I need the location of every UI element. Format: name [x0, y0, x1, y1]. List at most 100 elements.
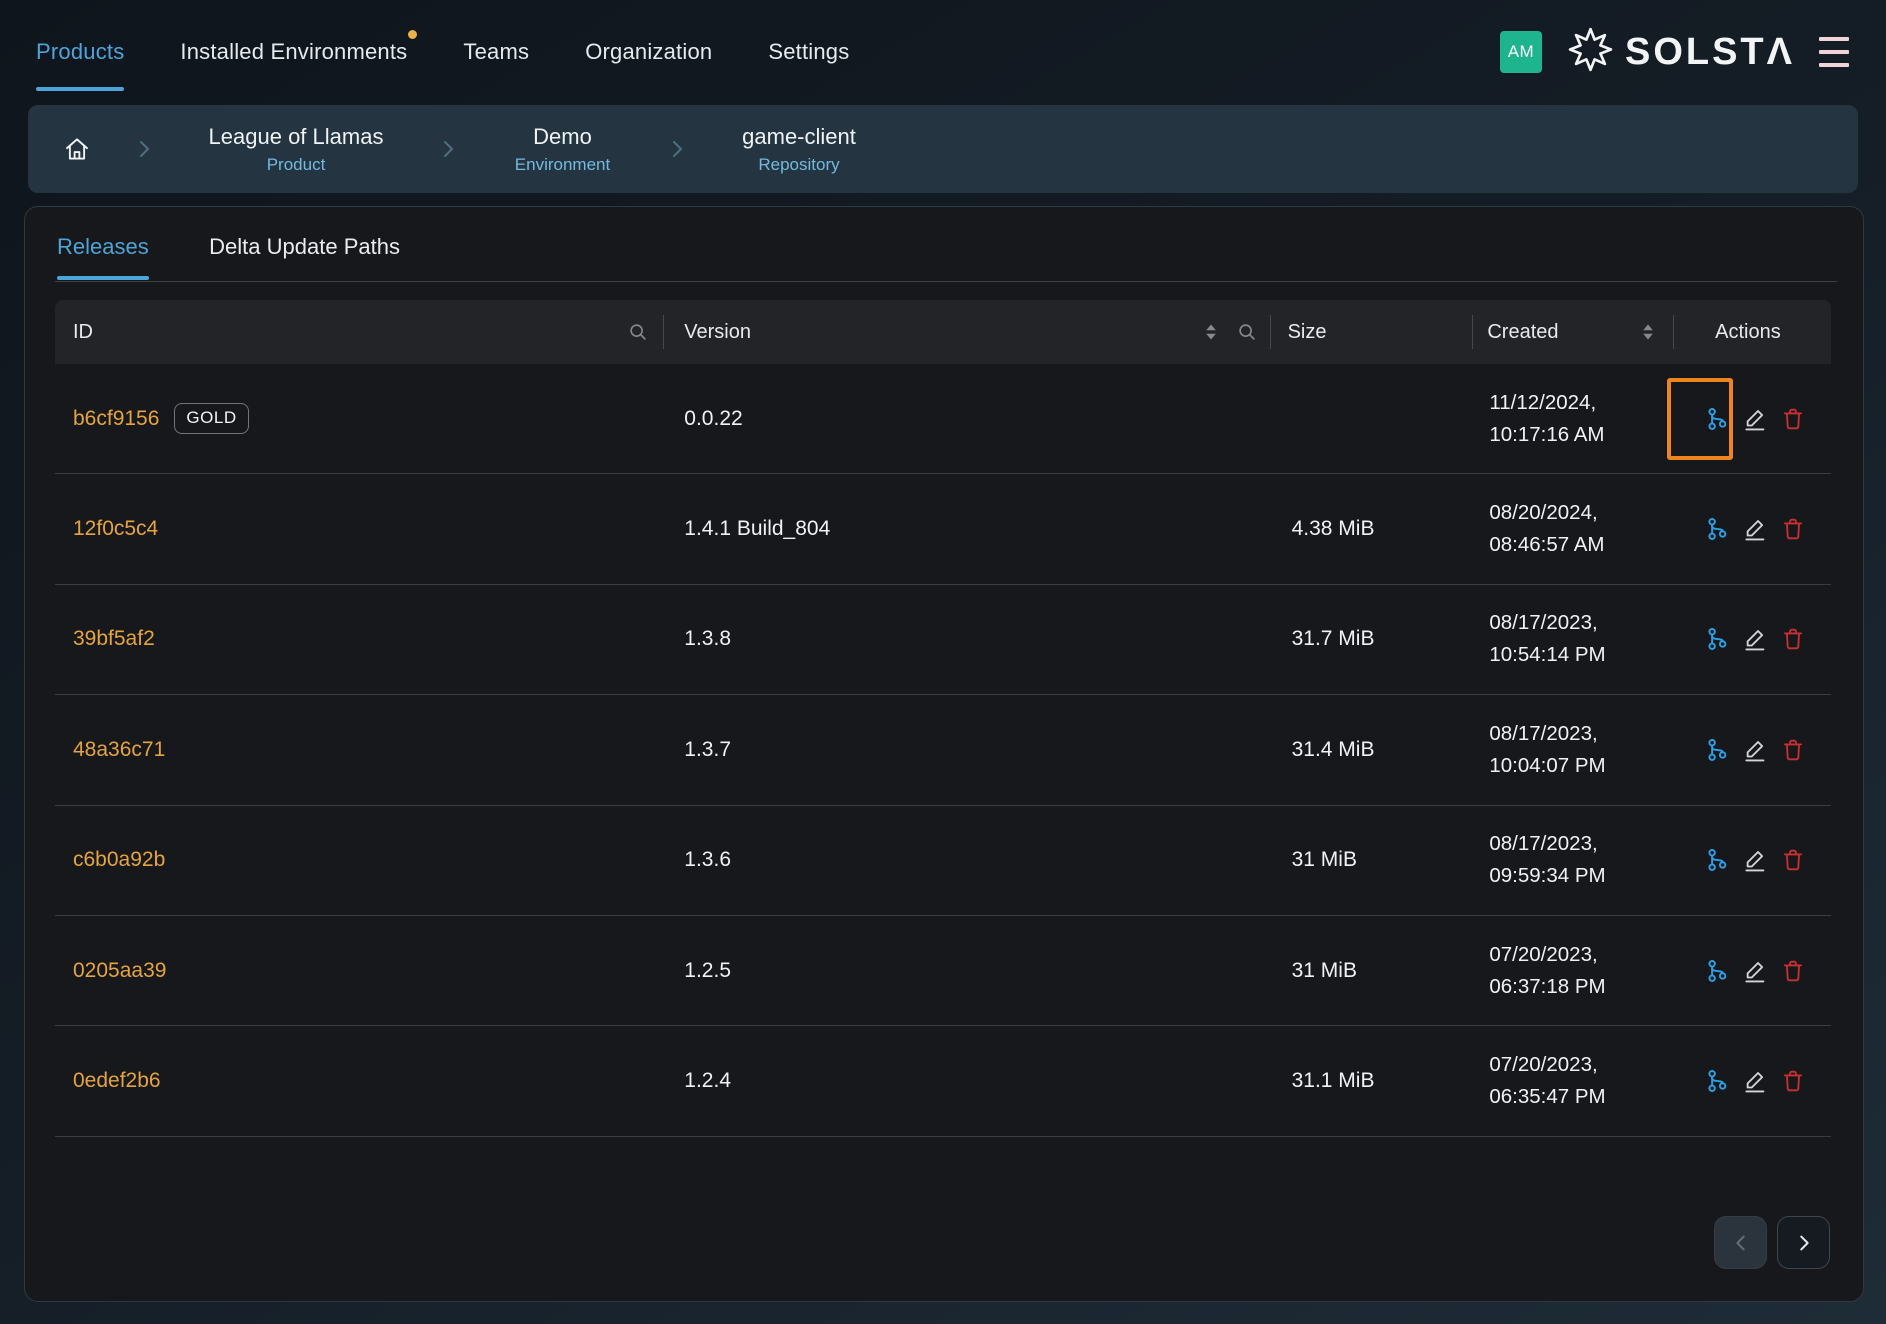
size-cell: 31.4 MiB: [1291, 737, 1375, 761]
git-branch-icon[interactable]: [1704, 846, 1730, 874]
edit-pencil-icon[interactable]: [1742, 515, 1768, 543]
nav-right-cluster: AM SOLSTΛ: [1499, 25, 1849, 79]
breadcrumb-environment[interactable]: Demo Environment: [500, 123, 625, 175]
id-cell: 12f0c5c4: [55, 474, 663, 583]
nav-item-installed-environments[interactable]: Installed Environments: [180, 30, 418, 65]
table-row: 39bf5af2 1.3.8 31.7 MiB 08/17/2023, 10:54:14…: [55, 585, 1831, 696]
size-cell: 31.1 MiB: [1291, 1069, 1375, 1093]
created-time: 08:46:57 AM: [1489, 533, 1605, 557]
edit-pencil-icon[interactable]: [1742, 1067, 1768, 1095]
created-date: 08/17/2023,: [1489, 721, 1598, 745]
chevron-right-icon: [132, 137, 156, 161]
column-label: Created: [1487, 320, 1559, 343]
trash-icon[interactable]: [1780, 515, 1806, 543]
actions-cell: [1673, 695, 1831, 804]
nav-item-label: Installed Environments: [180, 39, 408, 64]
pagination-prev-button[interactable]: [1714, 1216, 1767, 1269]
id-cell: 39bf5af2: [55, 585, 663, 694]
trash-icon[interactable]: [1780, 1067, 1806, 1095]
top-nav: Products Installed Environments Teams Or…: [0, 0, 1886, 104]
created-date: 07/20/2023,: [1489, 942, 1598, 966]
notification-dot: [408, 30, 418, 39]
created-date: 11/12/2024,: [1489, 390, 1597, 414]
version-cell: 1.2.5: [684, 958, 732, 982]
trash-icon[interactable]: [1780, 957, 1806, 985]
table-row: 0edef2b6 1.2.4 31.1 MiB 07/20/2023, 06:35:47…: [55, 1026, 1831, 1137]
git-branch-icon[interactable]: [1704, 515, 1730, 543]
git-branch-icon[interactable]: [1704, 957, 1730, 985]
avatar[interactable]: AM: [1499, 31, 1542, 73]
created-time: 06:37:18 PM: [1489, 974, 1606, 998]
column-header-created[interactable]: Created: [1472, 300, 1673, 364]
pagination-next-button[interactable]: [1777, 1216, 1830, 1269]
created-cell: 11/12/2024, 10:17:16 AM: [1472, 364, 1673, 473]
release-id-link[interactable]: 0edef2b6: [73, 1069, 161, 1093]
release-id-link[interactable]: 39bf5af2: [73, 627, 155, 651]
release-id-link[interactable]: 12f0c5c4: [73, 517, 158, 541]
actions-cell: [1673, 806, 1831, 915]
created-date: 08/17/2023,: [1489, 611, 1598, 635]
trash-icon[interactable]: [1780, 405, 1806, 433]
edit-pencil-icon[interactable]: [1742, 625, 1768, 653]
git-branch-icon[interactable]: [1704, 736, 1730, 764]
tab-delta-update-paths[interactable]: Delta Update Paths: [209, 234, 400, 279]
tab-bar: Releases Delta Update Paths: [25, 207, 1863, 282]
table-row: 12f0c5c4 1.4.1 Build_804 4.38 MiB 08/20/202…: [55, 474, 1831, 585]
table-row: 0205aa39 1.2.5 31 MiB 07/20/2023, 06:37:18 P…: [55, 916, 1831, 1027]
nav-item-settings[interactable]: Settings: [768, 39, 849, 65]
column-header-id[interactable]: ID: [55, 300, 663, 364]
crumb-subtitle: Environment: [514, 154, 611, 174]
column-label: Actions: [1715, 320, 1781, 343]
git-branch-icon[interactable]: [1704, 1067, 1730, 1095]
version-cell: 1.3.7: [684, 737, 732, 761]
release-id-link[interactable]: b6cf9156: [73, 407, 159, 431]
table-body: b6cf9156 GOLD 0.0.22 11/12/2024, 10:17:16 AM…: [55, 364, 1831, 1137]
home-icon[interactable]: [62, 134, 92, 164]
release-id-link[interactable]: 0205aa39: [73, 959, 166, 983]
version-cell: 1.3.6: [684, 848, 732, 872]
trash-icon[interactable]: [1780, 846, 1806, 874]
breadcrumb-product[interactable]: League of Llamas Product: [196, 123, 396, 175]
actions-cell: [1673, 474, 1831, 583]
created-time: 10:54:14 PM: [1489, 643, 1606, 667]
chevron-right-icon: [436, 137, 460, 161]
nav-items: Products Installed Environments Teams Or…: [36, 30, 849, 91]
size-cell: 31 MiB: [1291, 848, 1357, 872]
nav-item-products[interactable]: Products: [36, 39, 125, 91]
version-cell: 1.2.4: [684, 1069, 732, 1093]
nav-item-teams[interactable]: Teams: [463, 39, 529, 65]
column-header-version[interactable]: Version: [663, 300, 1269, 364]
sort-arrows-icon[interactable]: [1638, 322, 1658, 342]
column-label: Version: [684, 320, 751, 343]
edit-pencil-icon[interactable]: [1742, 405, 1768, 433]
search-icon[interactable]: [1236, 321, 1258, 343]
created-time: 10:17:16 AM: [1489, 422, 1605, 446]
table-row: c6b0a92b 1.3.6 31 MiB 08/17/2023, 09:59:34 P…: [55, 806, 1831, 916]
release-id-link[interactable]: c6b0a92b: [73, 848, 165, 872]
git-branch-icon[interactable]: [1704, 405, 1730, 433]
version-cell: 1.3.8: [684, 627, 732, 651]
sort-arrows-icon[interactable]: [1201, 322, 1221, 342]
tab-releases[interactable]: Releases: [57, 234, 149, 280]
edit-pencil-icon[interactable]: [1742, 736, 1768, 764]
trash-icon[interactable]: [1780, 736, 1806, 764]
column-header-size[interactable]: Size: [1269, 300, 1473, 364]
edit-pencil-icon[interactable]: [1742, 957, 1768, 985]
table-row: 48a36c71 1.3.7 31.4 MiB 08/17/2023, 10:04:07…: [55, 695, 1831, 806]
edit-pencil-icon[interactable]: [1742, 846, 1768, 874]
tab-divider: [55, 281, 1837, 282]
size-cell: [1270, 364, 1473, 473]
id-cell: 0edef2b6: [55, 1026, 663, 1135]
gold-badge: GOLD: [174, 403, 249, 435]
trash-icon[interactable]: [1780, 625, 1806, 653]
breadcrumb-repository[interactable]: game-client Repository: [729, 123, 869, 175]
size-cell: 4.38 MiB: [1291, 517, 1375, 541]
search-icon[interactable]: [627, 321, 649, 343]
id-cell: 0205aa39: [55, 916, 663, 1025]
release-id-link[interactable]: 48a36c71: [73, 738, 165, 762]
crumb-subtitle: Repository: [758, 154, 840, 174]
hamburger-menu-icon[interactable]: [1819, 33, 1849, 71]
crumb-subtitle: Product: [266, 154, 326, 174]
git-branch-icon[interactable]: [1704, 625, 1730, 653]
nav-item-organization[interactable]: Organization: [585, 39, 712, 65]
